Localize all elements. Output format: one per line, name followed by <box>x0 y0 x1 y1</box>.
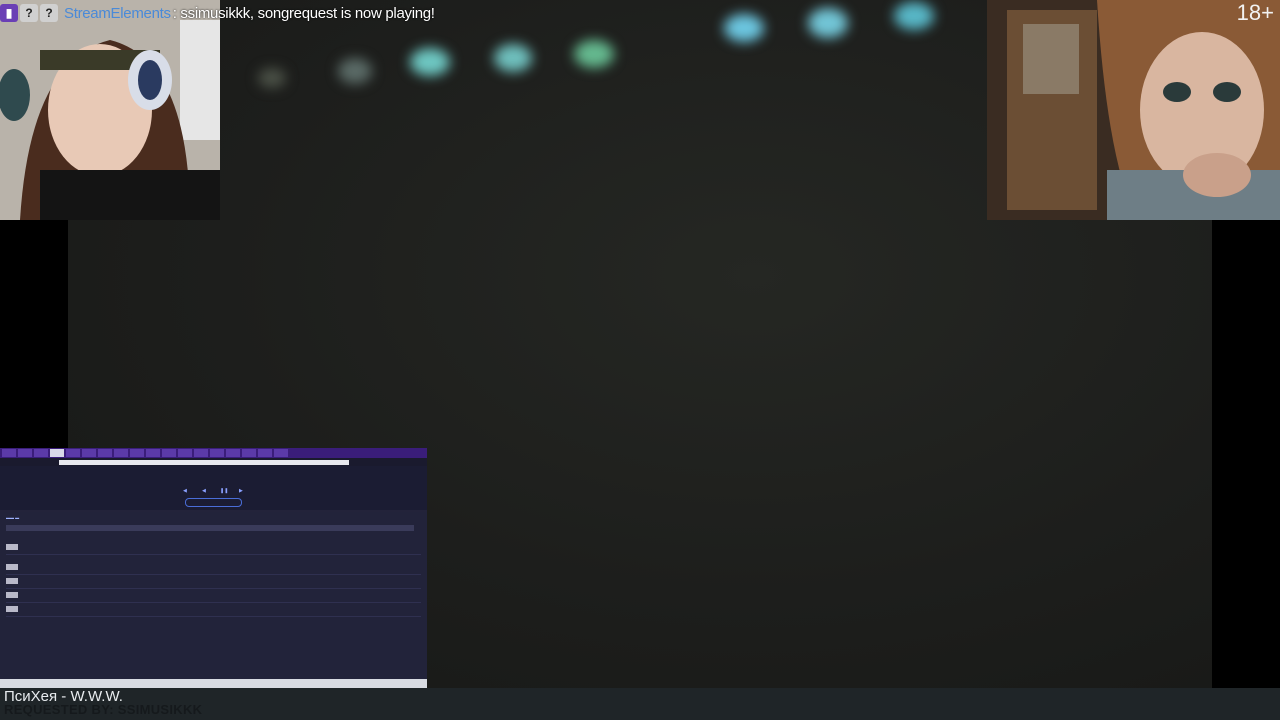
webcam-left-image <box>0 0 220 220</box>
os-taskbar[interactable] <box>0 679 427 688</box>
browser-address-bar[interactable] <box>0 458 427 466</box>
browser-tab[interactable] <box>130 449 144 457</box>
browser-tab-active[interactable] <box>50 449 64 457</box>
browser-tab[interactable] <box>274 449 288 457</box>
stage-light <box>338 58 372 84</box>
queue-header: ▬▬ ▬ <box>6 515 20 520</box>
browser-tab[interactable] <box>34 449 48 457</box>
letterbox-right <box>1212 220 1280 688</box>
browser-tab-strip[interactable] <box>0 448 427 458</box>
browser-tab[interactable] <box>194 449 208 457</box>
webcam-left <box>0 0 220 220</box>
browser-tab[interactable] <box>258 449 272 457</box>
stage-light <box>894 2 934 30</box>
browser-tab[interactable] <box>242 449 256 457</box>
browser-tab[interactable] <box>146 449 160 457</box>
browser-tab[interactable] <box>210 449 224 457</box>
queue-item[interactable] <box>6 592 421 603</box>
help-badge-icon: ? <box>20 4 38 22</box>
queue-item[interactable] <box>6 564 421 575</box>
previous-icon[interactable]: ◀ <box>183 488 187 494</box>
player-progress-pill[interactable] <box>185 498 242 507</box>
url-field[interactable] <box>59 459 349 465</box>
chat-text: : ssimusikkk, songrequest is now playing… <box>172 4 435 22</box>
browser-tab[interactable] <box>114 449 128 457</box>
requested-by-label: REQUESTED BY: SSIMUSIKKK <box>4 702 203 717</box>
queue-thumbnail <box>6 592 18 598</box>
browser-tab[interactable] <box>2 449 16 457</box>
queue-thumbnail <box>6 606 18 612</box>
queue-search-input[interactable] <box>6 525 414 531</box>
queue-item[interactable] <box>6 578 421 589</box>
queue-thumbnail <box>6 544 18 550</box>
stage-light <box>258 68 286 88</box>
browser-tab[interactable] <box>82 449 96 457</box>
stream-frame: 18+ ▮ ? ? StreamElements : ssimusikkk, s… <box>0 0 1280 720</box>
help-badge-icon: ? <box>40 4 58 22</box>
pause-icon[interactable]: ❚❚ <box>220 488 228 494</box>
queue-item[interactable] <box>6 544 421 555</box>
rewind-icon[interactable]: ◀ <box>202 488 206 494</box>
browser-tab[interactable] <box>66 449 80 457</box>
stage-light <box>494 44 532 72</box>
browser-tab[interactable] <box>226 449 240 457</box>
browser-tab[interactable] <box>178 449 192 457</box>
queue-item[interactable] <box>6 606 421 617</box>
stage-light <box>574 40 614 68</box>
webcam-right-image <box>987 0 1280 220</box>
queue-thumbnail <box>6 578 18 584</box>
webcam-right: 18+ <box>987 0 1280 220</box>
browser-tab[interactable] <box>162 449 176 457</box>
embedded-browser-window: ◀ ◀ ❚❚ ▶ ▬▬ ▬ <box>0 448 427 688</box>
stage-light <box>410 48 450 76</box>
twitch-badge-icon: ▮ <box>0 4 18 22</box>
next-icon[interactable]: ▶ <box>239 488 243 494</box>
browser-tab[interactable] <box>18 449 32 457</box>
chat-username: StreamElements <box>64 4 171 22</box>
stage-light <box>808 8 848 38</box>
age-rating-badge: 18+ <box>1236 0 1274 25</box>
stage-light <box>724 14 764 42</box>
chat-message: ▮ ? ? StreamElements : ssimusikkk, songr… <box>0 0 435 26</box>
queue-thumbnail <box>6 564 18 570</box>
browser-tab[interactable] <box>98 449 112 457</box>
